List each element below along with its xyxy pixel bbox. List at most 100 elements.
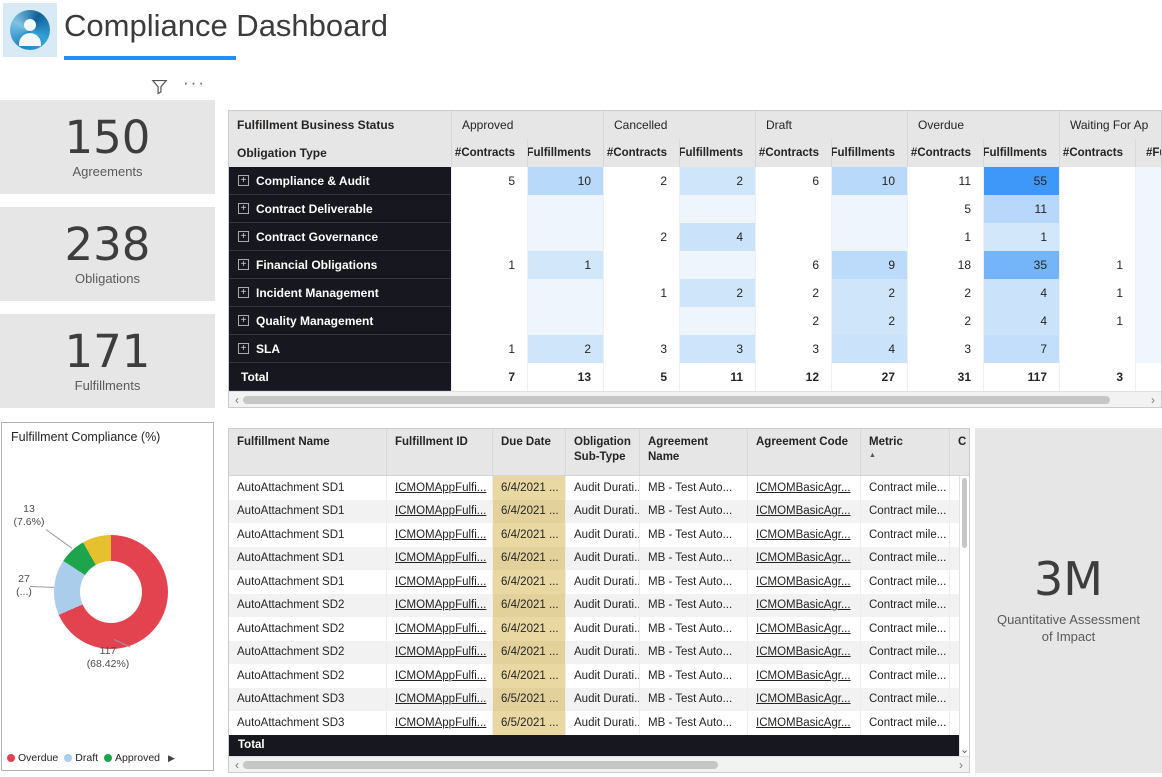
matrix-value-cell[interactable]: 5 xyxy=(603,363,679,391)
matrix-value-cell[interactable]: 4 xyxy=(679,223,755,251)
expand-icon[interactable]: + xyxy=(238,259,249,270)
agreement-code-link[interactable]: ICMOMBasicAgr... xyxy=(756,670,851,682)
matrix-value-cell[interactable]: 2 xyxy=(831,307,907,335)
matrix-value-cell[interactable] xyxy=(1059,195,1135,223)
detail-cell[interactable]: ICMOMAppFulfi... xyxy=(386,617,492,641)
matrix-column-group[interactable]: Approved xyxy=(451,111,603,139)
matrix-row-header[interactable]: +SLA xyxy=(229,335,451,363)
matrix-value-cell[interactable]: 2 xyxy=(831,279,907,307)
detail-cell[interactable]: ICMOMBasicAgr... xyxy=(747,523,860,547)
matrix-value-cell[interactable]: 9 xyxy=(831,251,907,279)
scroll-down-arrow-icon[interactable]: ⌄ xyxy=(960,744,969,757)
detail-cell[interactable]: Audit Durati... xyxy=(565,547,639,571)
agreement-code-link[interactable]: ICMOMBasicAgr... xyxy=(756,599,851,611)
matrix-value-cell[interactable] xyxy=(527,307,603,335)
detail-cell[interactable]: ICMOMAppFulfi... xyxy=(386,641,492,665)
legend-item-approved[interactable]: Approved xyxy=(104,752,160,764)
detail-cell[interactable]: Contract mile... xyxy=(860,500,949,524)
detail-cell[interactable]: ICMOMAppFulfi... xyxy=(386,500,492,524)
fulfillment-id-link[interactable]: ICMOMAppFulfi... xyxy=(395,529,486,541)
kpi-card-obligations[interactable]: 238Obligations xyxy=(0,207,215,301)
matrix-value-cell[interactable] xyxy=(603,251,679,279)
agreement-code-link[interactable]: ICMOMBasicAgr... xyxy=(756,646,851,658)
detail-cell[interactable]: Contract mile... xyxy=(860,688,949,712)
matrix-value-cell[interactable] xyxy=(1135,195,1162,223)
matrix-value-cell[interactable]: 31 xyxy=(907,363,983,391)
detail-cell[interactable]: ICMOMBasicAgr... xyxy=(747,547,860,571)
matrix-value-cell[interactable] xyxy=(831,195,907,223)
detail-cell[interactable]: AutoAttachment SD1 xyxy=(229,500,386,524)
fulfillment-id-link[interactable]: ICMOMAppFulfi... xyxy=(395,576,486,588)
detail-cell[interactable]: Audit Durati... xyxy=(565,476,639,500)
matrix-row-header[interactable]: +Compliance & Audit xyxy=(229,167,451,195)
matrix-value-cell[interactable]: 13 xyxy=(527,363,603,391)
matrix-value-cell[interactable] xyxy=(1135,335,1162,363)
matrix-value-cell[interactable] xyxy=(755,223,831,251)
matrix-value-cell[interactable] xyxy=(1135,363,1162,391)
table-row[interactable]: AutoAttachment SD1ICMOMAppFulfi...6/4/20… xyxy=(229,570,969,594)
matrix-value-cell[interactable]: 1 xyxy=(907,223,983,251)
detail-hscrollbar[interactable]: ‹› xyxy=(229,756,969,772)
fulfillment-id-link[interactable]: ICMOMAppFulfi... xyxy=(395,693,486,705)
legend-next-icon[interactable]: ▶ xyxy=(168,753,175,764)
matrix-value-cell[interactable]: 7 xyxy=(983,335,1059,363)
detail-cell[interactable]: AutoAttachment SD3 xyxy=(229,711,386,735)
detail-cell[interactable]: AutoAttachment SD2 xyxy=(229,594,386,618)
detail-cell[interactable]: MB - Test Auto... xyxy=(639,594,747,618)
matrix-value-cell[interactable]: 1 xyxy=(451,251,527,279)
detail-cell[interactable]: AutoAttachment SD1 xyxy=(229,570,386,594)
matrix-value-cell[interactable]: 2 xyxy=(755,307,831,335)
detail-cell[interactable]: 6/4/2021 ... xyxy=(492,476,565,500)
detail-cell[interactable]: MB - Test Auto... xyxy=(639,664,747,688)
detail-cell[interactable]: 6/4/2021 ... xyxy=(492,594,565,618)
table-row[interactable]: AutoAttachment SD2ICMOMAppFulfi...6/4/20… xyxy=(229,617,969,641)
matrix-value-cell[interactable] xyxy=(451,223,527,251)
scroll-left-arrow-icon[interactable]: ‹ xyxy=(230,392,244,407)
detail-cell[interactable]: Contract mile... xyxy=(860,570,949,594)
matrix-value-cell[interactable]: 3 xyxy=(907,335,983,363)
detail-cell[interactable]: 6/4/2021 ... xyxy=(492,641,565,665)
matrix-subcolumn-header[interactable]: #Fulfillments xyxy=(527,139,603,167)
matrix-subcolumn-header[interactable]: #Fulfillments xyxy=(831,139,907,167)
table-row[interactable]: AutoAttachment SD1ICMOMAppFulfi...6/4/20… xyxy=(229,547,969,571)
detail-cell[interactable]: Audit Durati... xyxy=(565,617,639,641)
matrix-value-cell[interactable]: 10 xyxy=(527,167,603,195)
detail-cell[interactable]: Audit Durati... xyxy=(565,523,639,547)
matrix-value-cell[interactable]: 35 xyxy=(983,251,1059,279)
matrix-value-cell[interactable]: 55 xyxy=(983,167,1059,195)
matrix-value-cell[interactable] xyxy=(679,251,755,279)
detail-cell[interactable]: Contract mile... xyxy=(860,547,949,571)
detail-cell[interactable]: 6/5/2021 ... xyxy=(492,711,565,735)
scroll-thumb[interactable] xyxy=(243,761,718,769)
scroll-right-arrow-icon[interactable]: › xyxy=(954,757,968,772)
expand-icon[interactable]: + xyxy=(238,203,249,214)
detail-cell[interactable]: AutoAttachment SD1 xyxy=(229,547,386,571)
agreement-code-link[interactable]: ICMOMBasicAgr... xyxy=(756,505,851,517)
legend-item-overdue[interactable]: Overdue xyxy=(7,752,58,764)
matrix-value-cell[interactable]: 2 xyxy=(755,279,831,307)
detail-column-header[interactable]: C xyxy=(949,429,970,475)
detail-cell[interactable]: MB - Test Auto... xyxy=(639,500,747,524)
detail-cell[interactable]: ICMOMAppFulfi... xyxy=(386,570,492,594)
expand-icon[interactable]: + xyxy=(238,231,249,242)
matrix-value-cell[interactable]: 4 xyxy=(983,307,1059,335)
detail-cell[interactable]: ICMOMAppFulfi... xyxy=(386,547,492,571)
detail-cell[interactable]: ICMOMAppFulfi... xyxy=(386,594,492,618)
detail-cell[interactable]: ICMOMAppFulfi... xyxy=(386,688,492,712)
matrix-value-cell[interactable] xyxy=(603,307,679,335)
matrix-value-cell[interactable]: 2 xyxy=(907,279,983,307)
matrix-value-cell[interactable] xyxy=(755,195,831,223)
matrix-subcolumn-header[interactable]: #Fulfillments xyxy=(983,139,1059,167)
scroll-right-arrow-icon[interactable]: › xyxy=(1146,392,1160,407)
detail-cell[interactable]: MB - Test Auto... xyxy=(639,570,747,594)
fulfillment-id-link[interactable]: ICMOMAppFulfi... xyxy=(395,599,486,611)
fulfillment-id-link[interactable]: ICMOMAppFulfi... xyxy=(395,717,486,729)
matrix-value-cell[interactable]: 11 xyxy=(983,195,1059,223)
agreement-code-link[interactable]: ICMOMBasicAgr... xyxy=(756,576,851,588)
table-row[interactable]: AutoAttachment SD1ICMOMAppFulfi...6/4/20… xyxy=(229,500,969,524)
detail-column-header[interactable]: Fulfillment ID xyxy=(386,429,492,475)
matrix-value-cell[interactable]: 3 xyxy=(679,335,755,363)
matrix-value-cell[interactable]: 12 xyxy=(755,363,831,391)
matrix-value-cell[interactable] xyxy=(527,279,603,307)
impact-card[interactable]: 3M Quantitative Assessment of Impact xyxy=(975,428,1162,773)
